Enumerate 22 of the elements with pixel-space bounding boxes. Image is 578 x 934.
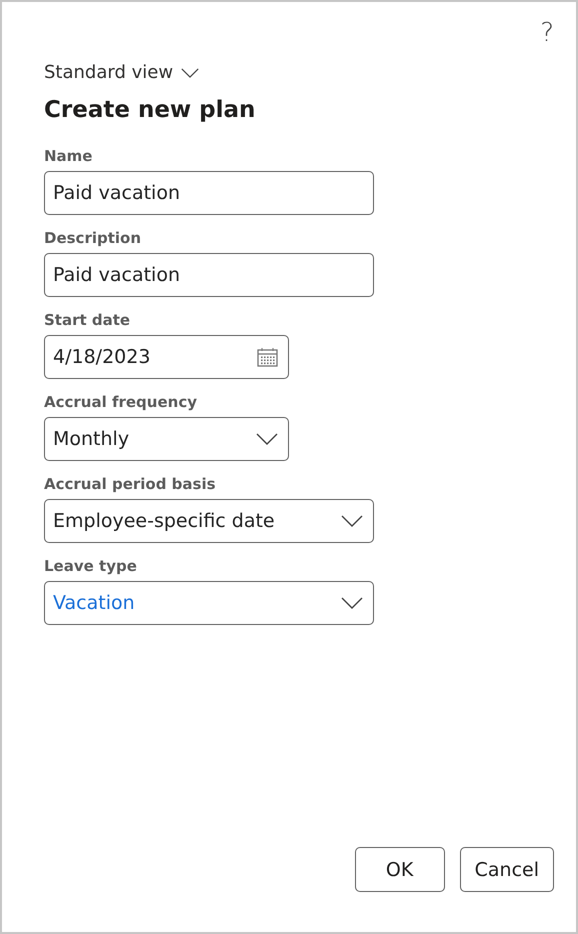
- dropdown-field[interactable]: Vacation: [44, 581, 374, 625]
- field-label: Accrual frequency: [44, 393, 198, 411]
- dialog-title: Create new plan: [44, 97, 256, 123]
- help-button[interactable]: ?: [540, 16, 554, 50]
- calendar-icon: [257, 347, 278, 367]
- cancel-button[interactable]: Cancel: [460, 847, 554, 892]
- input-field[interactable]: Paid vacation: [44, 253, 374, 297]
- dropdown-field[interactable]: Monthly: [44, 417, 289, 461]
- field-label: Accrual period basis: [44, 475, 217, 493]
- chevron-down-icon: [256, 433, 278, 445]
- date-field[interactable]: 4/18/2023: [44, 335, 289, 379]
- view-selector[interactable]: Standard view: [44, 62, 200, 83]
- field-label: Name: [44, 147, 94, 165]
- dropdown-field[interactable]: Employee-specific date: [44, 499, 374, 543]
- chevron-down-icon: [341, 597, 363, 609]
- field-label: Leave type: [44, 557, 138, 575]
- chevron-down-icon: [181, 68, 200, 78]
- field-label: Start date: [44, 311, 132, 329]
- ok-button[interactable]: OK: [354, 847, 445, 892]
- chevron-down-icon: [341, 515, 363, 527]
- input-field[interactable]: Paid vacation: [44, 171, 374, 215]
- field-label: Description: [44, 229, 142, 247]
